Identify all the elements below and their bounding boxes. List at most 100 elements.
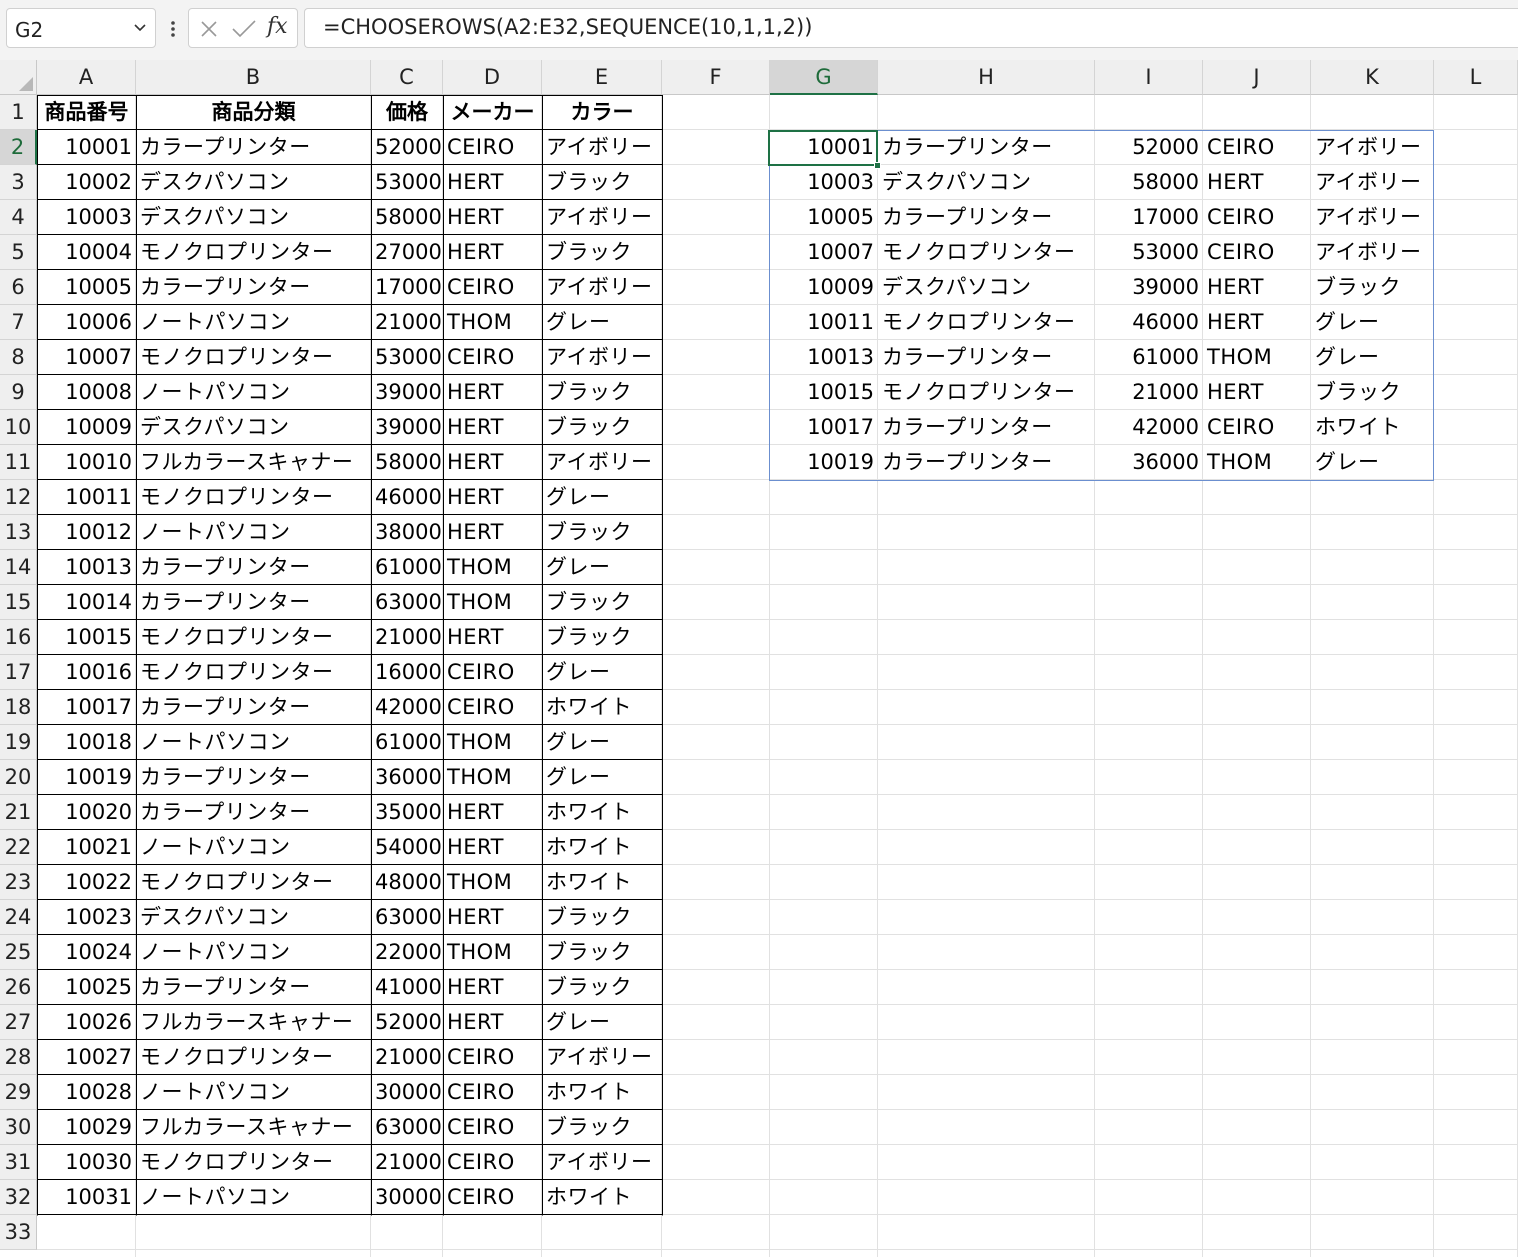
price-cell[interactable]: 41000 [371, 970, 443, 1005]
result-price-cell[interactable]: 58000 [1095, 165, 1203, 200]
result-price-cell[interactable]: 42000 [1095, 410, 1203, 445]
maker-cell[interactable]: HERT [443, 795, 542, 830]
row-header[interactable]: 33 [0, 1215, 37, 1250]
category-cell[interactable]: モノクロプリンター [136, 1145, 371, 1180]
row-header[interactable]: 31 [0, 1145, 37, 1180]
row-header[interactable]: 23 [0, 865, 37, 900]
row-header[interactable]: 6 [0, 270, 37, 305]
category-cell[interactable]: モノクロプリンター [136, 1040, 371, 1075]
category-cell[interactable]: カラープリンター [136, 690, 371, 725]
row-header[interactable]: 9 [0, 375, 37, 410]
maker-cell[interactable]: HERT [443, 900, 542, 935]
result-color-cell[interactable]: グレー [1311, 445, 1434, 480]
category-cell[interactable]: カラープリンター [136, 585, 371, 620]
price-cell[interactable]: 38000 [371, 515, 443, 550]
result-product-id-cell[interactable]: 10001 [770, 130, 878, 165]
result-color-cell[interactable]: ブラック [1311, 270, 1434, 305]
row-header[interactable]: 28 [0, 1040, 37, 1075]
result-product-id-cell[interactable]: 10013 [770, 340, 878, 375]
table-header-cell[interactable]: 商品番号 [37, 95, 136, 130]
category-cell[interactable]: ノートパソコン [136, 1075, 371, 1110]
price-cell[interactable]: 21000 [371, 1040, 443, 1075]
row-header[interactable]: 22 [0, 830, 37, 865]
result-category-cell[interactable]: カラープリンター [878, 410, 1095, 445]
category-cell[interactable]: モノクロプリンター [136, 865, 371, 900]
product-id-cell[interactable]: 10023 [37, 900, 136, 935]
product-id-cell[interactable]: 10025 [37, 970, 136, 1005]
maker-cell[interactable]: THOM [443, 305, 542, 340]
result-color-cell[interactable]: グレー [1311, 305, 1434, 340]
result-maker-cell[interactable]: HERT [1203, 305, 1311, 340]
row-header[interactable]: 24 [0, 900, 37, 935]
price-cell[interactable]: 63000 [371, 1110, 443, 1145]
row-header[interactable]: 30 [0, 1110, 37, 1145]
row-header[interactable]: 15 [0, 585, 37, 620]
result-product-id-cell[interactable]: 10005 [770, 200, 878, 235]
price-cell[interactable]: 30000 [371, 1075, 443, 1110]
color-cell[interactable]: ブラック [542, 375, 662, 410]
product-id-cell[interactable]: 10012 [37, 515, 136, 550]
result-maker-cell[interactable]: CEIRO [1203, 410, 1311, 445]
price-cell[interactable]: 21000 [371, 305, 443, 340]
price-cell[interactable]: 53000 [371, 340, 443, 375]
color-cell[interactable]: ブラック [542, 620, 662, 655]
column-header-b[interactable]: B [136, 60, 371, 95]
color-cell[interactable]: グレー [542, 760, 662, 795]
category-cell[interactable]: カラープリンター [136, 760, 371, 795]
fill-handle[interactable] [874, 162, 881, 169]
product-id-cell[interactable]: 10004 [37, 235, 136, 270]
result-category-cell[interactable]: モノクロプリンター [878, 235, 1095, 270]
product-id-cell[interactable]: 10009 [37, 410, 136, 445]
price-cell[interactable]: 27000 [371, 235, 443, 270]
price-cell[interactable]: 63000 [371, 585, 443, 620]
result-maker-cell[interactable]: CEIRO [1203, 200, 1311, 235]
color-cell[interactable]: アイボリー [542, 270, 662, 305]
result-price-cell[interactable]: 39000 [1095, 270, 1203, 305]
color-cell[interactable]: グレー [542, 655, 662, 690]
row-header[interactable]: 20 [0, 760, 37, 795]
row-header[interactable]: 27 [0, 1005, 37, 1040]
category-cell[interactable]: カラープリンター [136, 550, 371, 585]
result-maker-cell[interactable]: HERT [1203, 165, 1311, 200]
category-cell[interactable]: フルカラースキャナー [136, 1110, 371, 1145]
row-header[interactable]: 19 [0, 725, 37, 760]
product-id-cell[interactable]: 10015 [37, 620, 136, 655]
result-price-cell[interactable]: 61000 [1095, 340, 1203, 375]
result-color-cell[interactable]: ホワイト [1311, 410, 1434, 445]
row-header[interactable]: 14 [0, 550, 37, 585]
row-header[interactable]: 13 [0, 515, 37, 550]
table-header-cell[interactable]: カラー [542, 95, 662, 130]
category-cell[interactable]: デスクパソコン [136, 900, 371, 935]
row-header[interactable]: 18 [0, 690, 37, 725]
result-product-id-cell[interactable]: 10007 [770, 235, 878, 270]
category-cell[interactable]: ノートパソコン [136, 375, 371, 410]
price-cell[interactable]: 17000 [371, 270, 443, 305]
result-product-id-cell[interactable]: 10017 [770, 410, 878, 445]
price-cell[interactable]: 35000 [371, 795, 443, 830]
category-cell[interactable]: フルカラースキャナー [136, 1005, 371, 1040]
column-header-a[interactable]: A [37, 60, 136, 95]
price-cell[interactable]: 53000 [371, 165, 443, 200]
color-cell[interactable]: ブラック [542, 970, 662, 1005]
maker-cell[interactable]: CEIRO [443, 1110, 542, 1145]
product-id-cell[interactable]: 10003 [37, 200, 136, 235]
category-cell[interactable]: ノートパソコン [136, 305, 371, 340]
maker-cell[interactable]: CEIRO [443, 1145, 542, 1180]
more-options-icon[interactable] [166, 14, 180, 44]
category-cell[interactable]: ノートパソコン [136, 725, 371, 760]
category-cell[interactable]: フルカラースキャナー [136, 445, 371, 480]
color-cell[interactable]: グレー [542, 725, 662, 760]
result-maker-cell[interactable]: HERT [1203, 270, 1311, 305]
maker-cell[interactable]: CEIRO [443, 690, 542, 725]
category-cell[interactable]: モノクロプリンター [136, 480, 371, 515]
category-cell[interactable]: モノクロプリンター [136, 235, 371, 270]
price-cell[interactable]: 21000 [371, 1145, 443, 1180]
result-category-cell[interactable]: デスクパソコン [878, 165, 1095, 200]
category-cell[interactable]: カラープリンター [136, 130, 371, 165]
category-cell[interactable]: モノクロプリンター [136, 620, 371, 655]
column-header-g[interactable]: G [770, 60, 878, 95]
color-cell[interactable]: グレー [542, 480, 662, 515]
row-header[interactable]: 10 [0, 410, 37, 445]
row-header[interactable]: 12 [0, 480, 37, 515]
product-id-cell[interactable]: 10024 [37, 935, 136, 970]
